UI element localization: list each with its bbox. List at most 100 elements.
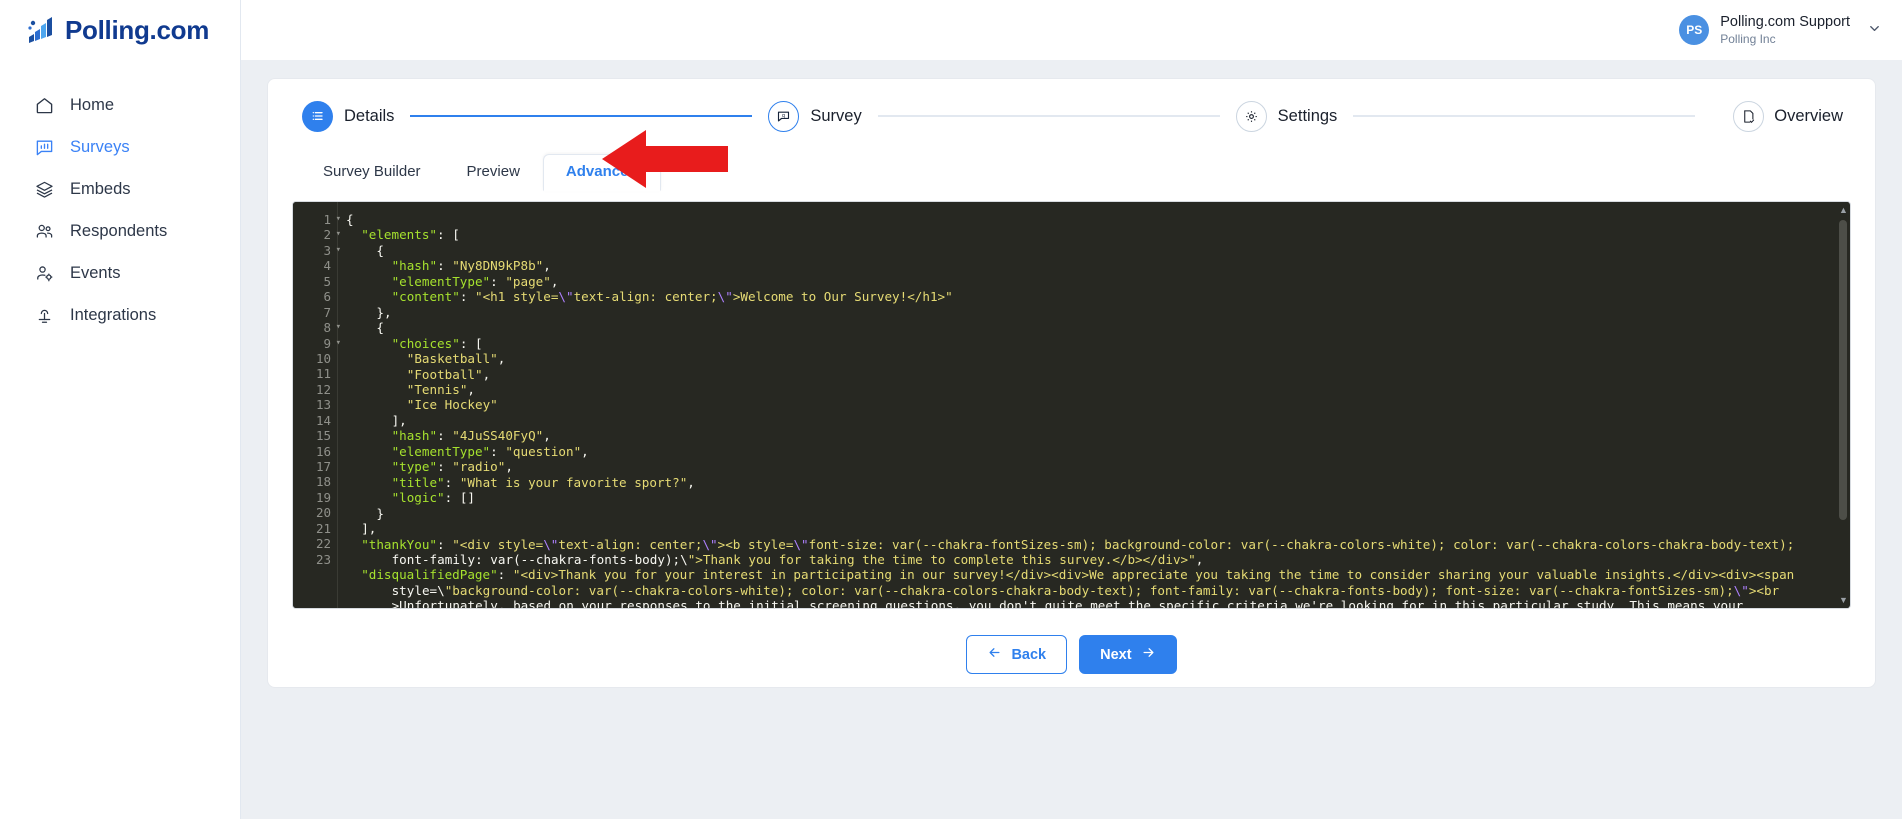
- editor-tabs: Survey Builder Preview Advanced: [292, 153, 1851, 191]
- bar-chart-logo-icon: [26, 15, 56, 45]
- editor-line-number: 10: [315, 350, 331, 366]
- account-info: Polling.com Support Polling Inc: [1720, 13, 1850, 46]
- step-label: Survey: [810, 106, 862, 125]
- editor-code-line: >Unfortunately, based on your responses …: [391, 598, 1744, 608]
- sidebar-item-home[interactable]: Home: [0, 84, 240, 126]
- sidebar-item-embeds[interactable]: Embeds: [0, 168, 240, 210]
- editor-code-line: "thankYou": "<div style=\"text-align: ce…: [361, 536, 1795, 552]
- editor-line-number: 7: [323, 304, 331, 320]
- json-code-editor[interactable]: 1 ▾ 2 ▾ 3 ▾ 4 5 6 7 8 ▾ 9 ▾ 10 11 12 13 14 15 16 17 18 19 20 21 22…: [292, 201, 1851, 609]
- integration-plug-icon: [34, 305, 54, 325]
- topbar: PS Polling.com Support Polling Inc: [241, 0, 1902, 60]
- editor-line-number: 1 ▾: [323, 212, 341, 227]
- survey-chart-icon: [34, 137, 54, 157]
- editor-code-line: "hash": "Ny8DN9kP8b",: [391, 258, 551, 274]
- editor-line-number: 11: [315, 366, 331, 382]
- editor-code-line: {: [376, 242, 384, 258]
- editor-code-line: {: [376, 320, 384, 336]
- brand-name: Polling.com: [65, 14, 210, 45]
- brand[interactable]: Polling.com: [0, 0, 240, 60]
- editor-line-number: 15: [315, 428, 331, 444]
- stepper-connector-1: [410, 115, 753, 117]
- tab-label: Survey Builder: [323, 163, 421, 180]
- editor-line-number: 14: [315, 412, 331, 428]
- users-icon: [34, 221, 54, 241]
- scroll-up-arrow-icon[interactable]: ▲: [1839, 205, 1848, 215]
- wizard-footer: Back Next: [292, 635, 1851, 674]
- overview-button[interactable]: Overview: [1733, 100, 1843, 132]
- sidebar-item-label: Surveys: [70, 137, 130, 156]
- code-fold-toggle-icon[interactable]: ▾: [336, 320, 341, 335]
- code-fold-toggle-icon[interactable]: ▾: [336, 243, 341, 258]
- stepper-connector-2: [877, 115, 1220, 117]
- editor-code-line: "choices": [: [391, 335, 483, 351]
- step-survey[interactable]: q Survey: [768, 100, 862, 132]
- step-label: Details: [344, 106, 395, 125]
- sidebar-item-events[interactable]: Events: [0, 252, 240, 294]
- tab-label: Advanced: [565, 163, 638, 180]
- editor-code-line: }: [376, 505, 384, 521]
- avatar: PS: [1679, 15, 1710, 45]
- editor-code-line: style=\"background-color: var(--chakra-c…: [391, 582, 1780, 598]
- document-check-icon: [1733, 100, 1765, 132]
- next-button[interactable]: Next: [1079, 635, 1177, 674]
- sidebar-item-integrations[interactable]: Integrations: [0, 294, 240, 336]
- overview-label: Overview: [1774, 106, 1843, 125]
- editor-line-number: 9 ▾: [323, 335, 341, 351]
- editor-line-number: 2 ▾: [323, 227, 341, 243]
- editor-code-line: "Football",: [406, 366, 491, 382]
- editor-code-content[interactable]: { "elements": [ { "hash": "Ny8DN9kP8b", …: [337, 202, 1850, 608]
- editor-line-number: 20: [315, 505, 331, 521]
- gear-icon: [1235, 100, 1267, 132]
- code-fold-toggle-icon[interactable]: ▾: [336, 212, 341, 227]
- back-button[interactable]: Back: [966, 635, 1068, 674]
- editor-line-number: 16: [315, 443, 331, 459]
- scrollbar-thumb[interactable]: [1839, 220, 1847, 520]
- layers-icon: [34, 179, 54, 199]
- editor-code-line: "elements": [: [361, 227, 460, 243]
- sidebar-item-label: Respondents: [70, 221, 168, 240]
- main-area: PS Polling.com Support Polling Inc Detai…: [241, 0, 1902, 819]
- editor-code-line: ],: [361, 521, 377, 537]
- editor-line-number: 17: [315, 459, 331, 474]
- survey-question-icon: q: [768, 100, 800, 132]
- sidebar: Polling.com Home Surveys Embeds Responde…: [0, 0, 241, 819]
- editor-line-number: 6: [323, 289, 331, 305]
- chevron-down-icon[interactable]: [1867, 21, 1882, 39]
- sidebar-item-label: Events: [70, 263, 121, 282]
- editor-code-line: "title": "What is your favorite sport?",: [391, 474, 695, 490]
- sidebar-nav: Home Surveys Embeds Respondents Events I…: [0, 84, 240, 336]
- home-icon: [34, 95, 54, 115]
- user-gear-icon: [34, 263, 54, 283]
- sidebar-item-label: Embeds: [70, 179, 131, 198]
- editor-code-line: "Ice Hockey": [406, 397, 498, 413]
- editor-code-line: "hash": "4JuSS40FyQ",: [391, 428, 551, 444]
- sidebar-item-surveys[interactable]: Surveys: [0, 126, 240, 168]
- step-settings[interactable]: Settings: [1235, 100, 1337, 132]
- app-root: Polling.com Home Surveys Embeds Responde…: [0, 0, 1902, 819]
- code-fold-toggle-icon[interactable]: ▾: [336, 336, 341, 351]
- tab-preview[interactable]: Preview: [444, 154, 543, 191]
- editor-code-line: "elementType": "question",: [391, 443, 589, 459]
- editor-line-number: 21: [315, 520, 331, 536]
- editor-code-line: "Basketball",: [406, 351, 506, 367]
- scroll-down-arrow-icon[interactable]: ▼: [1839, 595, 1848, 605]
- editor-line-number: 18: [315, 474, 331, 490]
- editor-code-line: "content": "<h1 style=\"text-align: cent…: [391, 289, 953, 305]
- editor-line-number: 4: [323, 258, 331, 274]
- account-org: Polling Inc: [1720, 31, 1776, 46]
- editor-line-number: 23: [315, 551, 331, 567]
- list-icon: [302, 100, 333, 132]
- editor-code-line: "logic": []: [391, 490, 476, 506]
- code-fold-toggle-icon[interactable]: ▾: [336, 227, 341, 242]
- step-details[interactable]: Details: [302, 100, 395, 132]
- wizard-stepper: Details q Survey Settings Overview: [292, 79, 1851, 153]
- sidebar-item-label: Integrations: [70, 305, 157, 324]
- editor-line-number: 19: [315, 489, 331, 505]
- tab-survey-builder[interactable]: Survey Builder: [300, 154, 444, 191]
- editor-vertical-scrollbar[interactable]: ▲ ▼: [1837, 202, 1849, 608]
- account-menu[interactable]: PS Polling.com Support Polling Inc: [1679, 13, 1882, 46]
- sidebar-item-respondents[interactable]: Respondents: [0, 210, 240, 252]
- arrow-right-icon: [1141, 645, 1156, 664]
- tab-advanced[interactable]: Advanced: [542, 154, 661, 191]
